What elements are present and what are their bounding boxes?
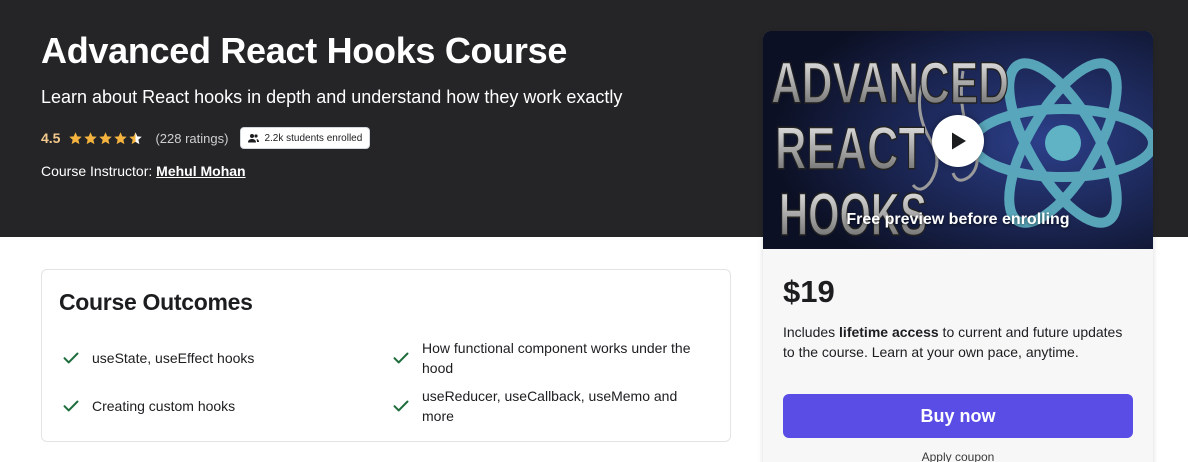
check-icon <box>393 400 409 412</box>
course-price: $19 <box>783 274 835 309</box>
preview-label: Free preview before enrolling <box>846 211 1070 228</box>
star-icon <box>99 131 113 144</box>
course-outcomes-panel: Course Outcomes useState, useEffect hook… <box>41 269 731 442</box>
thumbnail-line-1: ADVANCED <box>771 51 1009 116</box>
enrolled-badge: 2.2k students enrolled <box>240 127 371 149</box>
star-icon <box>69 131 83 144</box>
play-icon <box>952 132 966 150</box>
apply-coupon-link[interactable]: Apply coupon <box>763 450 1153 462</box>
thumbnail-line-2: REACT <box>775 115 925 182</box>
check-icon <box>63 400 79 412</box>
outcome-text: Creating custom hooks <box>92 398 236 414</box>
star-rating <box>68 131 143 146</box>
instructor-line: Course Instructor: Mehul Mohan <box>41 163 246 179</box>
instructor-link[interactable]: Mehul Mohan <box>156 163 245 179</box>
outcomes-title: Course Outcomes <box>59 289 253 315</box>
outcome-text: useReducer, useCallback, useMemo and mor… <box>422 388 678 424</box>
outcome-item: useState, useEffect hooks <box>63 348 363 368</box>
outcome-text: How functional component works under the… <box>422 340 691 376</box>
instructor-label: Course Instructor: <box>41 163 157 179</box>
outcome-item: Creating custom hooks <box>63 396 363 416</box>
course-subtitle: Learn about React hooks in depth and und… <box>41 87 623 107</box>
star-icon <box>114 131 128 144</box>
buy-now-button[interactable]: Buy now <box>783 394 1133 438</box>
play-button[interactable] <box>932 115 984 167</box>
check-icon <box>63 352 79 364</box>
outcome-item: useReducer, useCallback, useMemo and mor… <box>393 386 693 426</box>
rating-value: 4.5 <box>41 130 61 146</box>
purchase-card: ADVANCED REACT HOOKS Free preview before… <box>763 31 1153 462</box>
course-title: Advanced React Hooks Course <box>41 30 568 71</box>
star-half-icon <box>129 131 143 144</box>
enrolled-count: 2.2k students enrolled <box>264 132 363 144</box>
includes-text: Includes lifetime access to current and … <box>783 324 1123 360</box>
outcome-text: useState, useEffect hooks <box>92 350 255 366</box>
users-icon <box>248 134 260 143</box>
check-icon <box>393 352 409 364</box>
rating-row: 4.5 (228 ratings) 2.2k students enrolled <box>41 127 371 149</box>
course-preview-video[interactable]: ADVANCED REACT HOOKS Free preview before… <box>763 31 1153 249</box>
lifetime-access-highlight: lifetime access <box>839 324 939 340</box>
outcome-item: How functional component works under the… <box>393 338 693 378</box>
ratings-count: (228 ratings) <box>155 130 229 146</box>
star-icon <box>84 131 98 144</box>
